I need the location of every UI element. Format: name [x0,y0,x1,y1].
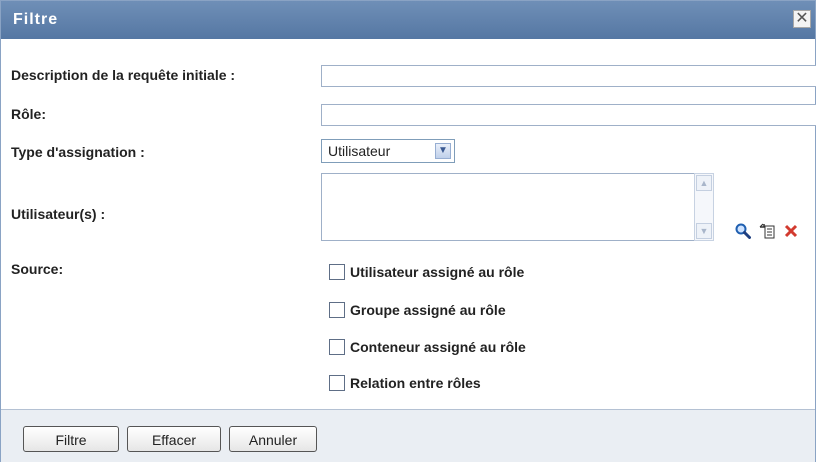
query-description-input[interactable] [321,65,816,87]
assignment-type-value: Utilisateur [328,143,391,159]
checkbox-label: Conteneur assigné au rôle [350,339,526,355]
users-label: Utilisateur(s) : [11,206,106,222]
search-icon[interactable] [734,222,752,240]
users-scrollbar[interactable]: ▲ ▼ [694,173,714,241]
assignment-type-select[interactable]: Utilisateur ▼ [321,139,455,163]
role-input[interactable] [321,104,816,126]
cancel-button[interactable]: Annuler [229,426,317,452]
dialog-footer: Filtre Effacer Annuler [1,409,815,462]
dialog-title: Filtre [13,11,59,28]
delete-x-icon[interactable] [782,222,800,240]
query-description-label: Description de la requête initiale : [11,67,236,83]
checkbox[interactable] [329,302,345,318]
checkbox-label: Groupe assigné au rôle [350,302,506,318]
scroll-down-icon[interactable]: ▼ [696,223,712,239]
close-icon: ✕ [795,10,809,27]
checkbox-label: Relation entre rôles [350,375,481,391]
clear-button[interactable]: Effacer [127,426,221,452]
checkbox[interactable] [329,264,345,280]
close-button[interactable]: ✕ [793,10,811,28]
users-textarea[interactable] [321,173,695,241]
checkbox[interactable] [329,375,345,391]
filter-button[interactable]: Filtre [23,426,119,452]
filter-dialog: Filtre ✕ Description de la requête initi… [0,0,816,462]
checkbox[interactable] [329,339,345,355]
role-label: Rôle: [11,106,46,122]
chevron-down-icon[interactable]: ▼ [435,143,451,159]
checkbox-label: Utilisateur assigné au rôle [350,264,525,280]
dialog-titlebar: Filtre ✕ [1,1,815,39]
source-label: Source: [11,261,64,277]
scroll-up-icon[interactable]: ▲ [696,175,712,191]
assignment-type-label: Type d'assignation : [11,144,145,160]
history-list-icon[interactable] [758,222,776,240]
